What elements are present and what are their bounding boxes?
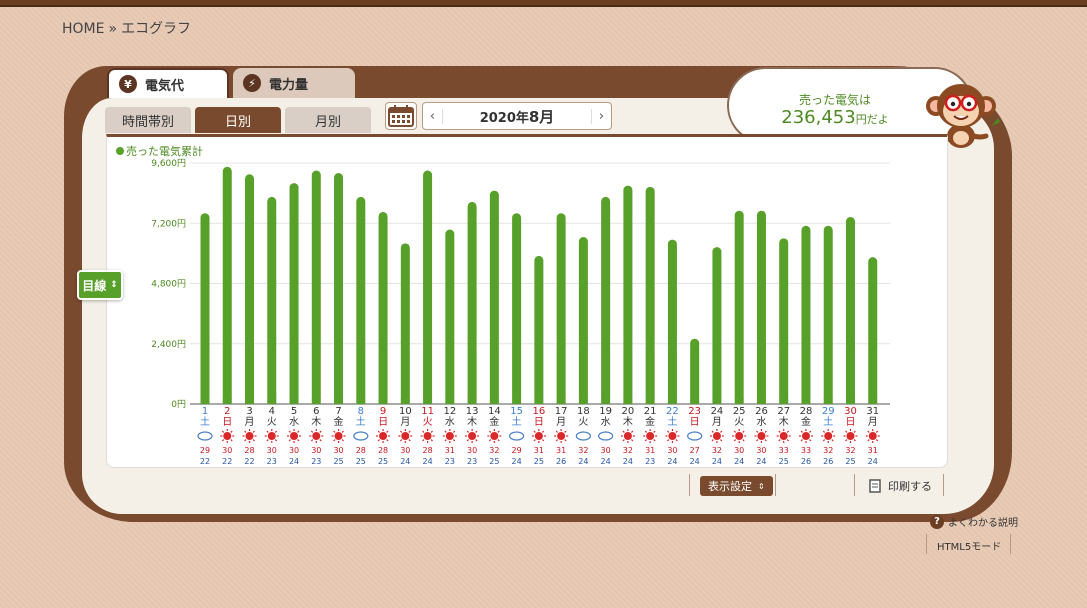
year-label: 2020年 <box>479 110 529 126</box>
bar[interactable] <box>400 243 410 404</box>
bar[interactable] <box>756 210 766 404</box>
bar[interactable] <box>601 196 611 404</box>
tab-electricity-amount[interactable]: ⚡ 電力量 <box>233 68 355 98</box>
bar[interactable] <box>445 229 455 404</box>
separator <box>854 474 855 496</box>
bar[interactable] <box>667 239 677 404</box>
bar[interactable] <box>868 257 878 404</box>
calendar-button[interactable] <box>385 102 417 130</box>
display-settings-button[interactable]: 表示設定 ⇕ <box>700 476 773 496</box>
separator <box>689 474 690 496</box>
bar[interactable] <box>845 216 855 404</box>
bar[interactable] <box>690 338 700 404</box>
target-label: 目線 <box>82 278 107 293</box>
month-label: 8月 <box>528 107 555 126</box>
bar[interactable] <box>289 183 299 404</box>
lightning-icon: ⚡ <box>243 74 261 92</box>
tab-electricity-cost[interactable]: ¥ 電気代 <box>107 68 229 98</box>
bar[interactable] <box>245 174 255 404</box>
bubble-caption: 売った電気は <box>798 93 871 107</box>
bar[interactable] <box>222 166 232 404</box>
target-line-button[interactable]: 目線 ⇕ <box>77 270 123 300</box>
breadcrumb-home[interactable]: HOME <box>62 21 104 37</box>
bubble-amount: 236,453円だよ <box>729 107 941 128</box>
prev-month-button[interactable]: ‹ <box>423 108 443 124</box>
bar[interactable] <box>378 211 388 404</box>
tab-label: 電力量 <box>269 77 309 93</box>
bar[interactable] <box>578 237 588 404</box>
legend-dot <box>116 147 124 155</box>
bar[interactable] <box>801 225 811 404</box>
help-label: よくわかる説明 <box>948 518 1018 529</box>
separator <box>775 474 776 496</box>
amount-suffix: 円だよ <box>855 113 889 126</box>
print-button[interactable]: 印刷する <box>868 476 932 496</box>
bar[interactable] <box>712 247 722 404</box>
month-navigator: ‹ 2020年8月 › <box>422 102 612 130</box>
current-month-label: 2020年8月 <box>443 106 591 127</box>
top-band <box>0 0 1087 7</box>
legend-label: 売った電気累計 <box>126 145 203 158</box>
bar[interactable] <box>512 213 522 404</box>
updown-arrow-icon: ⇕ <box>110 280 118 290</box>
calendar-icon <box>388 105 414 127</box>
bar[interactable] <box>200 213 210 404</box>
bar[interactable] <box>334 173 344 404</box>
display-settings-label: 表示設定 <box>708 480 752 493</box>
tab-label: 電気代 <box>145 78 185 94</box>
question-icon: ? <box>930 514 944 529</box>
updown-arrow-icon: ⇕ <box>758 481 765 491</box>
next-month-button[interactable]: › <box>591 108 611 124</box>
print-icon <box>869 479 881 493</box>
bar[interactable] <box>423 170 433 404</box>
bar[interactable] <box>356 196 366 404</box>
bar[interactable] <box>267 196 277 404</box>
sold-amount: 236,453 <box>781 107 856 128</box>
yen-icon: ¥ <box>119 75 137 93</box>
subtab-monthly[interactable]: 月別 <box>285 107 371 133</box>
bar[interactable] <box>779 238 789 404</box>
breadcrumb-separator: » <box>108 21 118 37</box>
html5-mode-link[interactable]: HTML5モード <box>937 538 1001 553</box>
bar[interactable] <box>556 213 566 404</box>
chart-legend: 売った電気累計 <box>116 143 203 159</box>
bar[interactable] <box>467 201 477 404</box>
breadcrumb: HOME» エコグラフ <box>62 18 191 38</box>
print-label: 印刷する <box>888 480 932 493</box>
bar[interactable] <box>823 225 833 404</box>
subtab-hourly[interactable]: 時間帯別 <box>105 107 191 133</box>
chart-panel <box>106 134 948 468</box>
help-link[interactable]: ? よくわかる説明 <box>930 514 1018 529</box>
breadcrumb-current: エコグラフ <box>121 21 192 37</box>
bar[interactable] <box>734 210 744 404</box>
bar[interactable] <box>311 170 321 404</box>
separator <box>1010 534 1011 554</box>
separator <box>943 474 944 496</box>
bar[interactable] <box>489 190 499 404</box>
subtab-daily[interactable]: 日別 <box>195 107 281 133</box>
bar[interactable] <box>623 185 633 404</box>
bar[interactable] <box>534 255 544 404</box>
bar[interactable] <box>645 186 655 404</box>
separator <box>926 534 927 554</box>
